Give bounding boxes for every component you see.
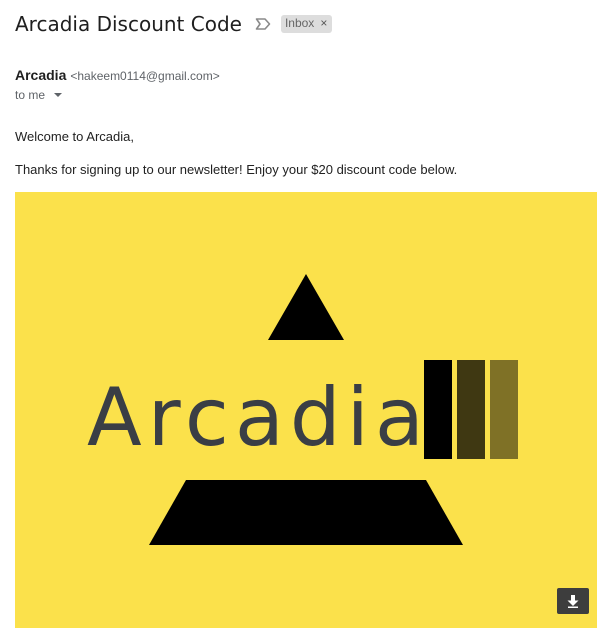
logo-base-trapezoid	[149, 480, 463, 545]
recipient-row: to me	[15, 88, 63, 102]
chevron-down-icon[interactable]	[54, 93, 63, 97]
sender-email: <hakeem0114@gmail.com>	[70, 69, 220, 83]
logo-text: Arcadia	[87, 371, 430, 464]
logo-top-triangle	[268, 274, 344, 340]
subject-row: Arcadia Discount Code Inbox ×	[15, 9, 333, 39]
logo-bar-1	[424, 360, 452, 459]
logo-bar-2	[457, 360, 485, 459]
arcadia-logo: Arcadia	[87, 274, 518, 545]
download-icon	[567, 595, 579, 608]
email-greeting: Welcome to Arcadia,	[15, 129, 134, 144]
inbox-label[interactable]: Inbox ×	[280, 15, 333, 33]
email-message: Thanks for signing up to our newsletter!…	[15, 162, 458, 177]
sender-row: Arcadia <hakeem0114@gmail.com>	[15, 67, 220, 83]
remove-label-icon[interactable]: ×	[320, 16, 327, 31]
recipient-text: to me	[15, 88, 46, 102]
sender-name[interactable]: Arcadia	[15, 67, 66, 83]
inbox-label-text: Inbox	[284, 16, 315, 30]
importance-marker-icon[interactable]	[255, 17, 271, 31]
download-button[interactable]	[557, 588, 589, 614]
logo-bar-3	[490, 360, 518, 459]
arcadia-banner-image: Arcadia	[15, 192, 597, 628]
email-subject: Arcadia Discount Code	[15, 12, 242, 36]
